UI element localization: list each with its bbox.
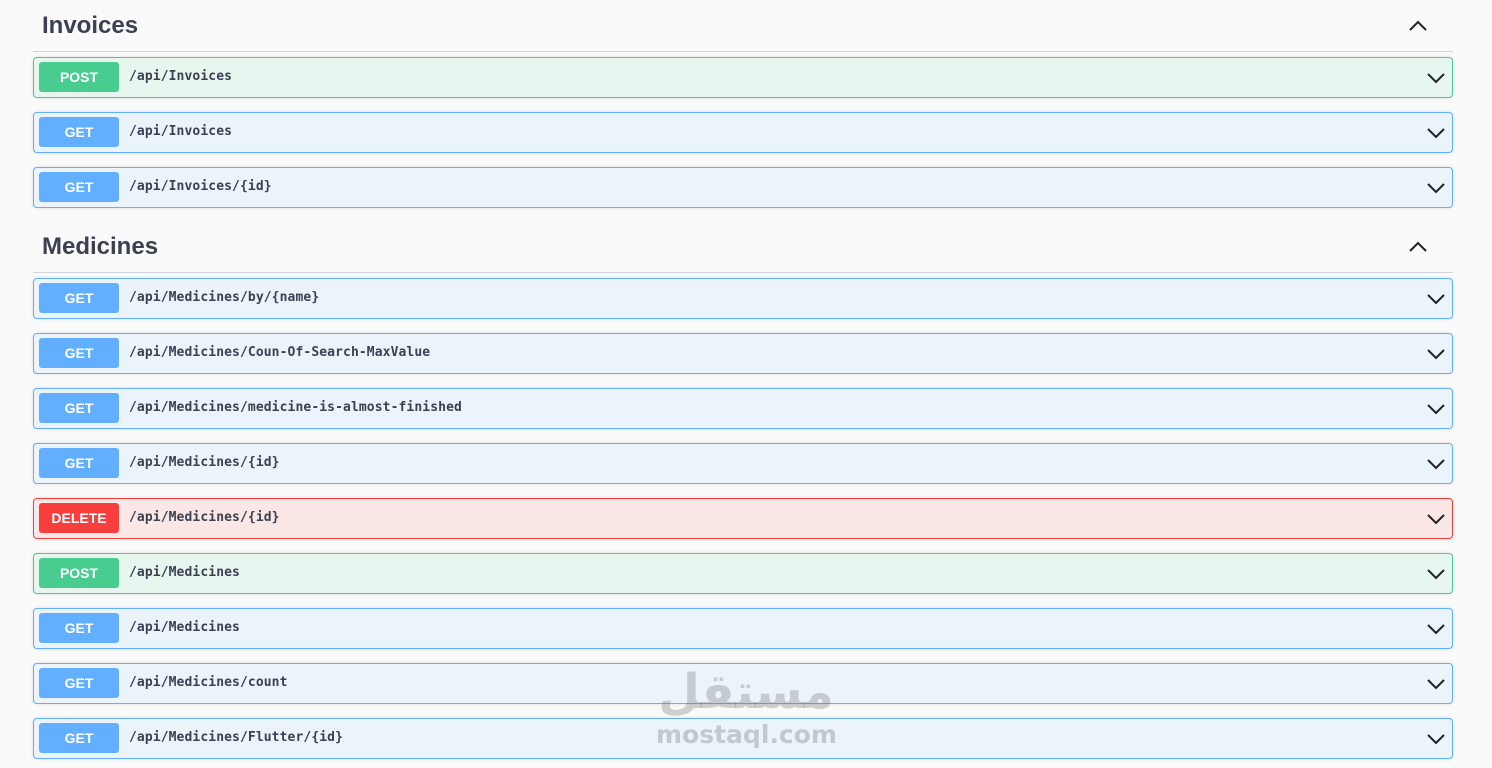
method-badge: GET [39, 117, 119, 147]
tag-section-medicines: Medicines GET /api/Medicines/by/{name} G… [33, 221, 1453, 759]
operation-row[interactable]: GET /api/Medicines/count [33, 663, 1453, 704]
chevron-down-icon[interactable] [1426, 344, 1446, 364]
tag-header-medicines[interactable]: Medicines [33, 221, 1453, 273]
method-badge: GET [39, 723, 119, 753]
method-badge: GET [39, 172, 119, 202]
operation-row[interactable]: GET /api/Invoices [33, 112, 1453, 153]
operation-row[interactable]: POST /api/Invoices [33, 57, 1453, 98]
operation-row[interactable]: GET /api/Invoices/{id} [33, 167, 1453, 208]
operation-path: /api/Medicines/count [129, 675, 288, 690]
operation-path: /api/Invoices [129, 124, 233, 139]
method-badge: POST [39, 62, 119, 92]
chevron-down-icon[interactable] [1426, 729, 1446, 749]
operation-path: /api/Invoices [129, 69, 233, 84]
operation-row[interactable]: DELETE /api/Medicines/{id} [33, 498, 1453, 539]
chevron-down-icon[interactable] [1426, 123, 1446, 143]
chevron-down-icon[interactable] [1426, 289, 1446, 309]
operation-path: /api/Medicines/Coun-Of-Search-MaxValue [129, 345, 431, 360]
chevron-down-icon[interactable] [1426, 399, 1446, 419]
chevron-up-icon[interactable] [1407, 16, 1429, 36]
chevron-down-icon[interactable] [1426, 564, 1446, 584]
operation-row[interactable]: POST /api/Medicines [33, 553, 1453, 594]
section-title: Medicines [42, 233, 159, 260]
method-badge: GET [39, 448, 119, 478]
operation-row[interactable]: GET /api/Medicines/Flutter/{id} [33, 718, 1453, 759]
operation-path: /api/Medicines/{id} [129, 510, 280, 525]
chevron-down-icon[interactable] [1426, 68, 1446, 88]
operation-row[interactable]: GET /api/Medicines/by/{name} [33, 278, 1453, 319]
operation-path: /api/Medicines/Flutter/{id} [129, 730, 344, 745]
chevron-down-icon[interactable] [1426, 619, 1446, 639]
method-badge: GET [39, 283, 119, 313]
tag-header-invoices[interactable]: Invoices [33, 0, 1453, 52]
operation-row[interactable]: GET /api/Medicines [33, 608, 1453, 649]
operation-row[interactable]: GET /api/Medicines/{id} [33, 443, 1453, 484]
operation-path: /api/Medicines [129, 565, 240, 580]
chevron-down-icon[interactable] [1426, 509, 1446, 529]
method-badge: GET [39, 393, 119, 423]
operation-path: /api/Medicines/by/{name} [129, 290, 320, 305]
chevron-down-icon[interactable] [1426, 454, 1446, 474]
chevron-down-icon[interactable] [1426, 674, 1446, 694]
method-badge: POST [39, 558, 119, 588]
operation-path: /api/Medicines/medicine-is-almost-finish… [129, 400, 462, 415]
method-badge: GET [39, 338, 119, 368]
method-badge: GET [39, 613, 119, 643]
operation-path: /api/Medicines/{id} [129, 455, 280, 470]
operation-row[interactable]: GET /api/Medicines/Coun-Of-Search-MaxVal… [33, 333, 1453, 374]
operation-row[interactable]: GET /api/Medicines/medicine-is-almost-fi… [33, 388, 1453, 429]
section-title: Invoices [42, 12, 139, 39]
chevron-down-icon[interactable] [1426, 178, 1446, 198]
operation-path: /api/Invoices/{id} [129, 179, 272, 194]
operation-path: /api/Medicines [129, 620, 240, 635]
method-badge: DELETE [39, 503, 119, 533]
method-badge: GET [39, 668, 119, 698]
chevron-up-icon[interactable] [1407, 237, 1429, 257]
tag-section-invoices: Invoices POST /api/Invoices GET /api/Inv… [33, 0, 1453, 208]
